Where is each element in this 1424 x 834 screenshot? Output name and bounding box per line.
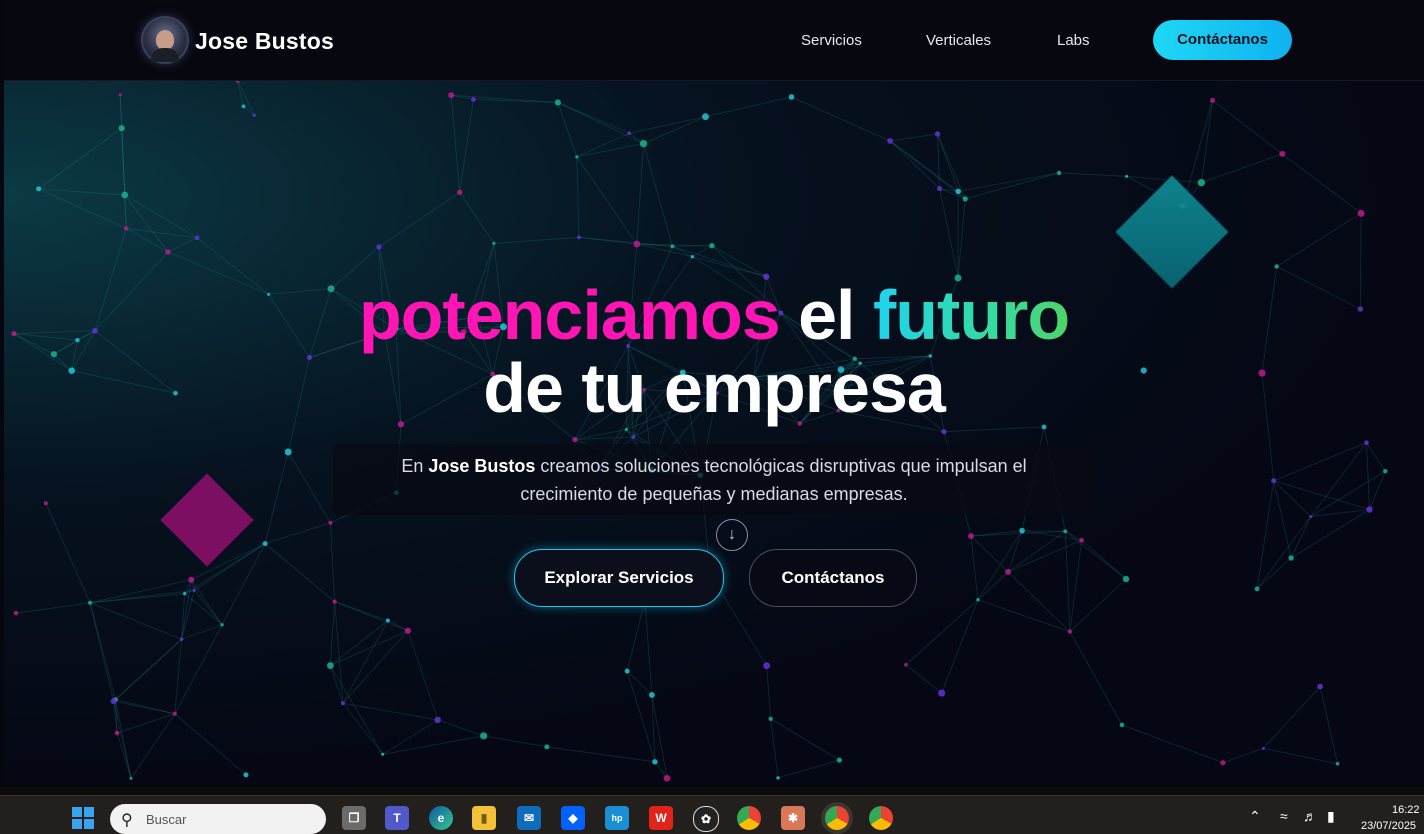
mail-icon[interactable]: ✉ (517, 806, 541, 830)
wifi-icon[interactable]: ≈ (1280, 808, 1288, 824)
search-placeholder: Buscar (146, 812, 186, 827)
edge-icon[interactable]: e (429, 806, 453, 830)
nav-servicios[interactable]: Servicios (801, 32, 862, 49)
hero-word-futuro: futuro (873, 276, 1069, 354)
hero-subtitle: En Jose Bustos creamos soluciones tecnol… (354, 452, 1074, 508)
myhp-icon[interactable]: hp (605, 806, 629, 830)
subtitle-brand: Jose Bustos (428, 456, 535, 476)
arrow-down-icon[interactable]: ↓ (716, 519, 748, 551)
hero-contact-button[interactable]: Contáctanos (749, 549, 917, 607)
avatar-face (156, 30, 174, 50)
hero-title-line2: de tu empresa (4, 348, 1424, 428)
explore-services-button[interactable]: Explorar Servicios (514, 549, 724, 607)
avatar-shirt (151, 48, 179, 62)
subtitle-text: creamos soluciones tecnológicas disrupti… (520, 456, 1026, 504)
file-explorer-icon[interactable]: ▮ (472, 806, 496, 830)
chatgpt-icon[interactable]: ✿ (693, 806, 719, 832)
hero-word-el: el (798, 276, 854, 354)
browser-viewport: Jose Bustos Servicios Verticales Labs Co… (4, 0, 1424, 787)
taskbar-search[interactable]: ⚲ Buscar (110, 804, 326, 834)
subtitle-prefix: En (401, 456, 423, 476)
search-icon: ⚲ (121, 810, 133, 830)
clock-time[interactable]: 16:22 (1392, 804, 1420, 816)
wps-office-icon[interactable]: W (649, 806, 673, 830)
windows-taskbar: ⚲ Buscar ❐ T e ▮ ✉ ◆ hp W ✿ ✱ ⌃ ≈ ♬ ▮ 16… (0, 795, 1424, 834)
chrome-icon[interactable] (737, 806, 761, 830)
dropbox-icon[interactable]: ◆ (561, 806, 585, 830)
hero-word-potenciamos: potenciamos (359, 276, 780, 354)
brand-name[interactable]: Jose Bustos (195, 28, 334, 55)
window-bottom-edge (0, 787, 1424, 795)
clock-date[interactable]: 23/07/2025 (1361, 820, 1416, 832)
header-contact-button[interactable]: Contáctanos (1153, 20, 1292, 60)
task-view-icon[interactable]: ❐ (342, 806, 366, 830)
volume-icon[interactable]: ♬ (1303, 808, 1317, 824)
windows-start-icon[interactable] (72, 807, 94, 829)
hero-title-line1: potenciamos el futuro (4, 275, 1424, 355)
logo-avatar[interactable] (141, 16, 189, 64)
chrome-profile-icon[interactable] (825, 806, 849, 830)
chevron-up-icon[interactable]: ⌃ (1249, 808, 1261, 825)
site-header: Jose Bustos Servicios Verticales Labs Co… (4, 0, 1424, 81)
battery-icon[interactable]: ▮ (1327, 808, 1335, 825)
nav-labs[interactable]: Labs (1057, 32, 1090, 49)
chrome-profile-2-icon[interactable] (869, 806, 893, 830)
teams-icon[interactable]: T (385, 806, 409, 830)
nav-verticales[interactable]: Verticales (926, 32, 991, 49)
claude-icon[interactable]: ✱ (781, 806, 805, 830)
